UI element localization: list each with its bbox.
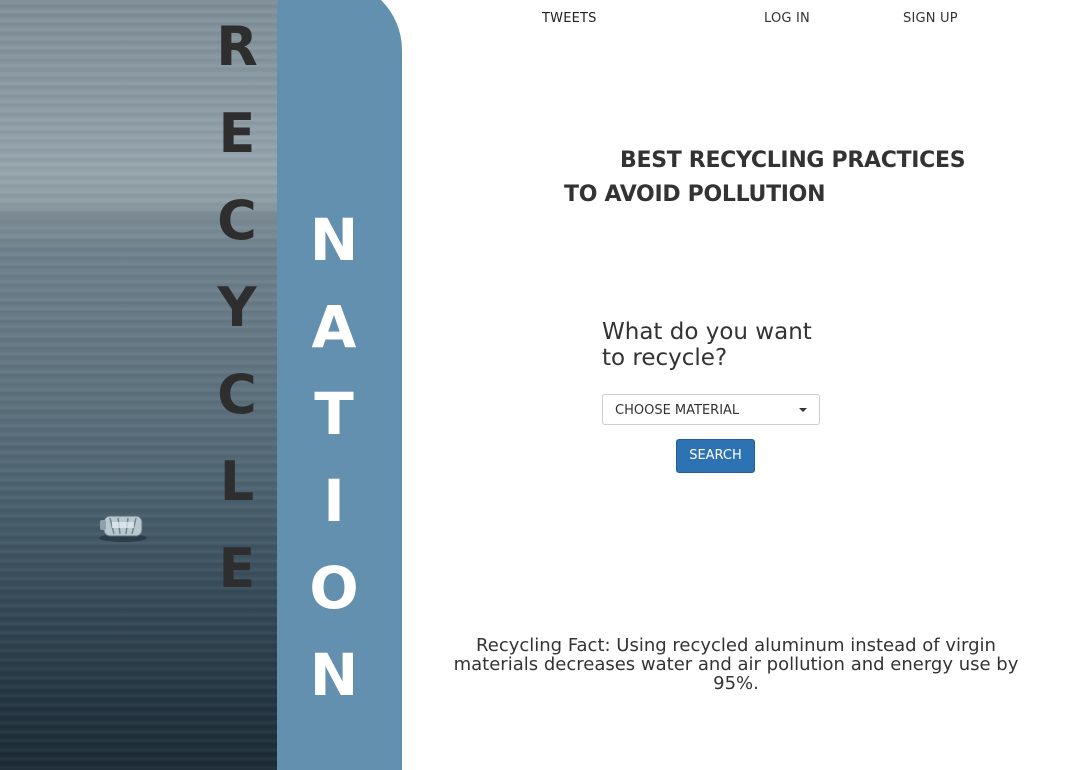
brand-letter: R <box>216 15 258 78</box>
page: R E C Y C L E N A T I O N TWEETS LOG IN … <box>0 0 1067 770</box>
brand-letter: N <box>309 206 359 274</box>
brand-letter: T <box>314 380 354 448</box>
brand-letter: I <box>323 467 345 535</box>
brand-letter: Y <box>217 276 257 339</box>
brand-letter: E <box>218 537 256 600</box>
brand-letter: O <box>309 554 359 622</box>
brand-letter: C <box>217 363 257 426</box>
brand-word-nation: N A T I O N <box>296 205 372 727</box>
nav-link-login[interactable]: LOG IN <box>764 11 810 26</box>
floating-bottle-image <box>99 515 147 542</box>
search-button[interactable]: SEARCH <box>676 439 755 473</box>
recycling-fact: Recycling Fact: Using recycled aluminum … <box>453 635 1019 694</box>
hero-heading-line-1: BEST RECYCLING PRACTICES <box>620 148 966 173</box>
hero-heading-line-2: TO AVOID POLLUTION <box>564 182 826 207</box>
material-select-value: CHOOSE MATERIAL <box>615 403 740 418</box>
brand-word-recycle: R E C Y C L E <box>200 14 274 623</box>
brand-letter: E <box>218 102 256 165</box>
chevron-down-icon <box>799 408 807 412</box>
brand-letter: C <box>217 189 257 252</box>
material-select[interactable]: CHOOSE MATERIAL <box>602 394 820 425</box>
brand-letter: A <box>311 293 357 361</box>
nav-link-signup[interactable]: SIGN UP <box>903 11 958 26</box>
brand-letter: L <box>219 450 255 513</box>
brand-letter: N <box>309 641 359 709</box>
nav-link-tweets[interactable]: TWEETS <box>542 11 597 26</box>
search-question: What do you want to recycle? <box>602 319 812 371</box>
